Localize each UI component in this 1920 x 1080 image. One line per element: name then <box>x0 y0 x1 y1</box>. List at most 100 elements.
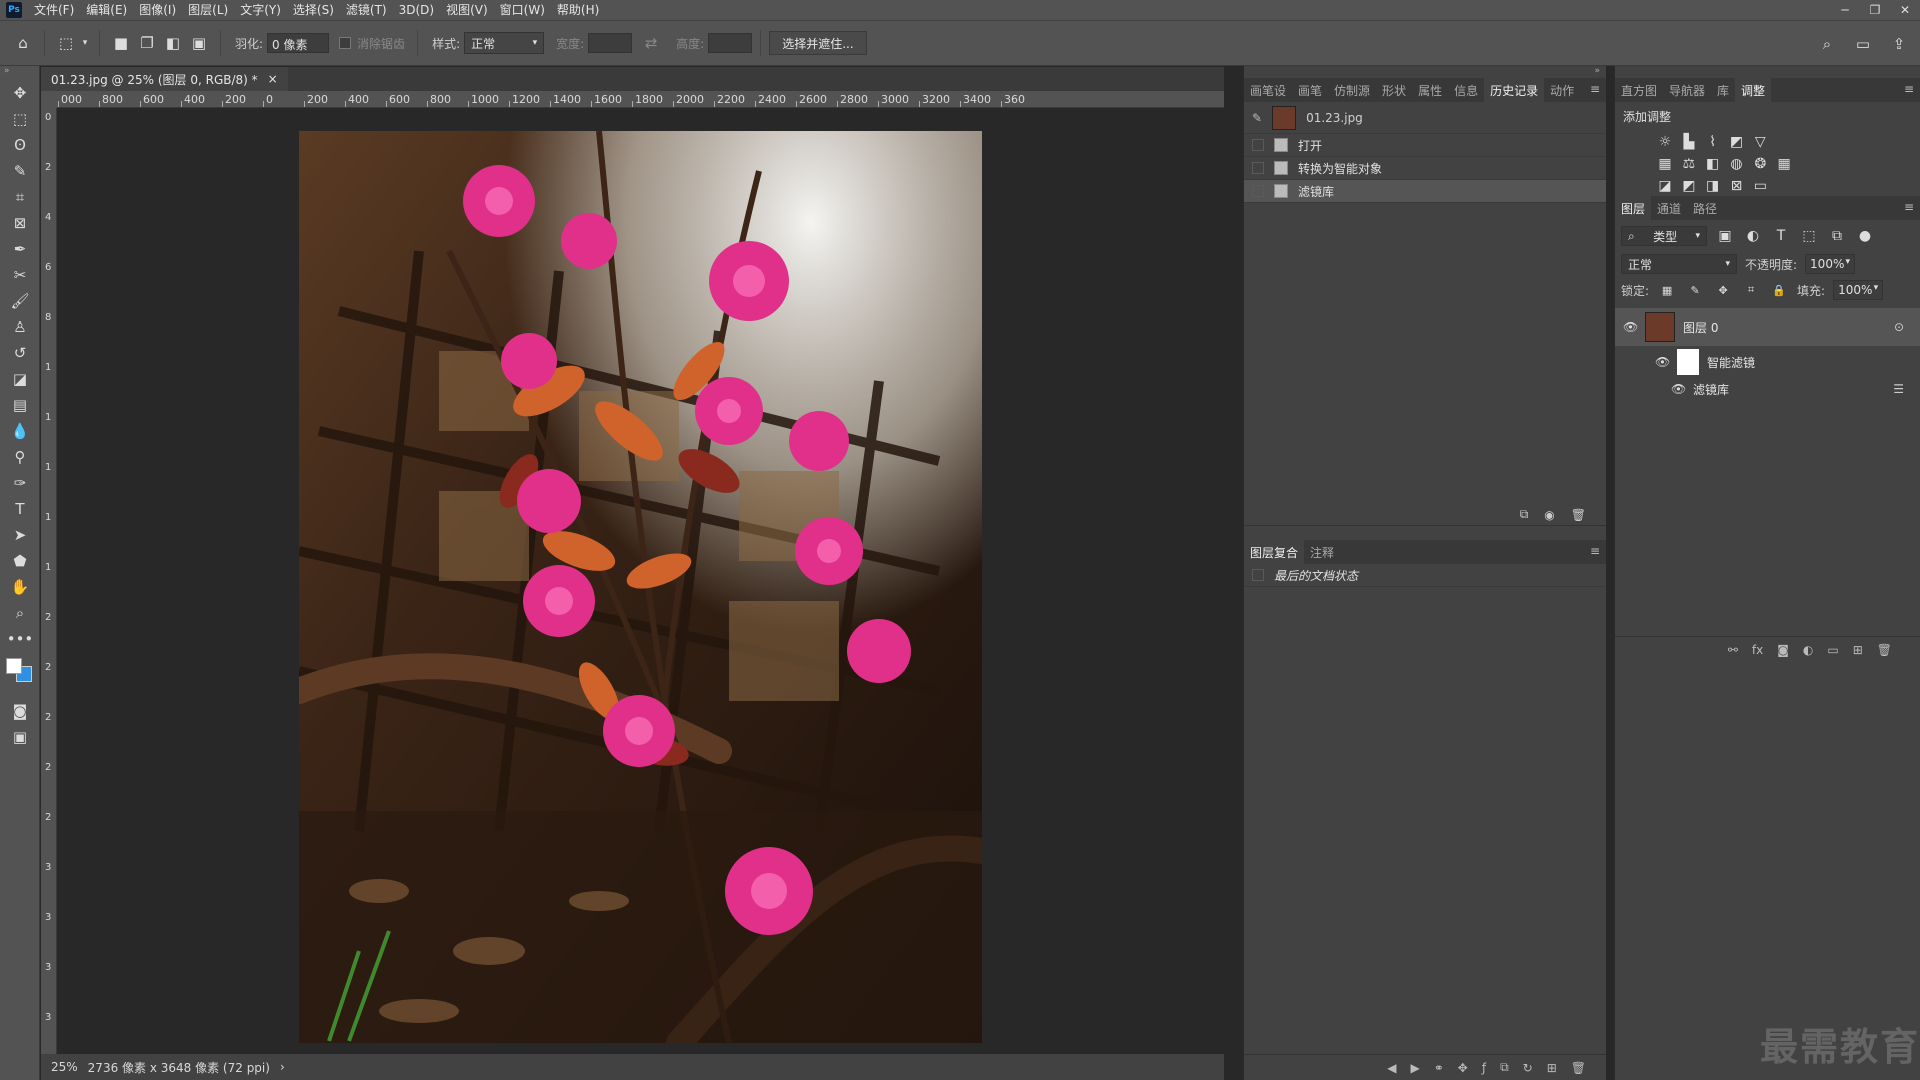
history-checkbox[interactable] <box>1252 162 1264 174</box>
dodge-tool-icon[interactable]: ⚲ <box>0 444 40 470</box>
panel-tab[interactable]: 通道 <box>1651 196 1687 220</box>
menu-item[interactable]: 文字(Y) <box>234 0 287 20</box>
eye-icon[interactable]: 👁 <box>1623 320 1638 334</box>
share-icon[interactable]: ⇪ <box>1886 31 1912 57</box>
move-tool-icon[interactable]: ✥ <box>0 80 40 106</box>
style-select[interactable]: 正常 ▾ <box>464 32 545 54</box>
panel-tab[interactable]: 画笔 <box>1292 78 1328 102</box>
panel-tab[interactable]: 仿制源 <box>1328 78 1376 102</box>
panel-tab[interactable]: 形状 <box>1376 78 1412 102</box>
antialias-checkbox[interactable] <box>339 37 352 49</box>
smart-object-filter-icon[interactable]: ⧉ <box>1827 226 1847 246</box>
visibility-icon[interactable]: ⚭ <box>1434 1061 1444 1075</box>
camera-icon[interactable]: ◉ <box>1544 508 1554 522</box>
new-layer-icon[interactable]: ⊞ <box>1853 643 1863 657</box>
panel-tab[interactable]: 调整 <box>1735 78 1772 102</box>
search-icon[interactable]: ⌕ <box>1814 31 1840 57</box>
panel-menu-icon[interactable]: ≡ <box>1904 200 1914 214</box>
menu-item[interactable]: 帮助(H) <box>551 0 605 20</box>
panel-tab[interactable]: 直方图 <box>1615 78 1663 102</box>
zoom-level[interactable]: 25% <box>51 1060 78 1074</box>
path-select-tool-icon[interactable]: ➤ <box>0 522 40 548</box>
trash-icon[interactable]: 🗑 <box>1571 1061 1586 1075</box>
panel-tab[interactable]: 图层复合 <box>1244 540 1305 564</box>
collapse-icon[interactable]: » <box>1244 66 1606 78</box>
position-icon[interactable]: ✥ <box>1458 1061 1468 1075</box>
brightness-icon[interactable]: ☼ <box>1655 132 1675 152</box>
panel-menu-icon[interactable]: ≡ <box>1590 544 1600 558</box>
new-document-from-state-icon[interactable]: ⧉ <box>1520 507 1529 522</box>
minimize-button[interactable]: ─ <box>1830 0 1860 20</box>
zoom-tool-icon[interactable]: ⌕ <box>0 600 40 626</box>
history-brush-tool-icon[interactable]: ↺ <box>0 340 40 366</box>
pen-tool-icon[interactable]: ✑ <box>0 470 40 496</box>
levels-icon[interactable]: ▙ <box>1679 132 1699 152</box>
lock-all-icon[interactable]: 🔒 <box>1769 280 1789 300</box>
panel-tab[interactable]: 历史记录 <box>1484 78 1545 102</box>
crop-tool-icon[interactable]: ⌗ <box>0 184 40 210</box>
channel-mixer-icon[interactable]: ❂ <box>1750 154 1770 174</box>
layer-row[interactable]: 👁 图层 0 ⊙ <box>1615 308 1920 346</box>
marquee-tool-icon[interactable]: ⬚ <box>0 106 40 132</box>
feather-input[interactable]: 0 像素 <box>267 33 330 53</box>
lock-artboard-icon[interactable]: ⌗ <box>1741 280 1761 300</box>
vibrance-icon[interactable]: ▽ <box>1750 132 1770 152</box>
prev-icon[interactable]: ◀ <box>1387 1061 1396 1075</box>
quick-select-tool-icon[interactable]: ✎ <box>0 158 40 184</box>
height-input[interactable] <box>708 33 753 53</box>
restore-button[interactable]: ❐ <box>1860 0 1890 20</box>
intersect-selection-icon[interactable]: ▣ <box>186 30 212 56</box>
blur-tool-icon[interactable]: 💧 <box>0 418 40 444</box>
status-menu-arrow[interactable]: › <box>280 1060 285 1074</box>
document-image[interactable] <box>299 131 982 1043</box>
hand-tool-icon[interactable]: ✋ <box>0 574 40 600</box>
fill-input[interactable]: 100% ▾ <box>1833 280 1884 300</box>
eraser-tool-icon[interactable]: ◪ <box>0 366 40 392</box>
shape-tool-icon[interactable]: ⬟ <box>0 548 40 574</box>
panel-tab[interactable]: 路径 <box>1687 196 1723 220</box>
layer-filter-select[interactable]: ⌕ 类型 ▾ <box>1621 226 1707 246</box>
panel-tab[interactable]: 注释 <box>1304 540 1340 564</box>
curves-icon[interactable]: ⌇ <box>1703 132 1723 152</box>
history-item[interactable]: 打开 <box>1244 134 1606 157</box>
panel-tab[interactable]: 画笔设 <box>1244 78 1292 102</box>
close-tab-icon[interactable]: × <box>268 72 278 86</box>
lock-position-icon[interactable]: ✥ <box>1713 280 1733 300</box>
menu-item[interactable]: 窗口(W) <box>494 0 551 20</box>
foreground-color-swatch[interactable] <box>6 658 22 674</box>
panel-tab[interactable]: 动作 <box>1544 78 1580 102</box>
panel-tab[interactable]: 导航器 <box>1663 78 1711 102</box>
photo-filter-icon[interactable]: ◍ <box>1726 154 1746 174</box>
healing-tool-icon[interactable]: ✂ <box>0 262 40 288</box>
mask-icon[interactable]: ◙ <box>1777 643 1789 657</box>
history-item[interactable]: 滤镜库 <box>1244 180 1606 203</box>
blend-mode-select[interactable]: 正常 ▾ <box>1621 254 1737 274</box>
menu-item[interactable]: 编辑(E) <box>80 0 133 20</box>
collapse-icon[interactable]: » <box>0 66 39 80</box>
home-icon[interactable]: ⌂ <box>10 30 36 56</box>
filter-options-icon[interactable]: ☰ <box>1893 382 1904 396</box>
black-white-icon[interactable]: ◧ <box>1703 154 1723 174</box>
pixel-filter-icon[interactable]: ▣ <box>1715 226 1735 246</box>
color-balance-icon[interactable]: ⚖ <box>1679 154 1699 174</box>
add-selection-icon[interactable]: ❐ <box>134 30 160 56</box>
panel-menu-icon[interactable]: ≡ <box>1904 82 1914 96</box>
gradient-tool-icon[interactable]: ▤ <box>0 392 40 418</box>
fx-icon[interactable]: fx <box>1752 643 1763 657</box>
fx-icon[interactable]: ƒ <box>1482 1061 1486 1075</box>
link-icon[interactable]: ⚯ <box>1728 643 1738 657</box>
lasso-tool-icon[interactable]: ʘ <box>0 132 40 158</box>
chevron-down-icon[interactable]: ▾ <box>79 30 91 56</box>
screen-mode-icon[interactable]: ▣ <box>0 724 40 750</box>
frame-tool-icon[interactable]: ⊠ <box>0 210 40 236</box>
history-snapshot[interactable]: ✎ 01.23.jpg <box>1244 102 1606 134</box>
eye-icon[interactable]: 👁 <box>1655 355 1670 369</box>
panel-tab[interactable]: 库 <box>1711 78 1735 102</box>
history-checkbox[interactable] <box>1252 139 1264 151</box>
menu-item[interactable]: 文件(F) <box>28 0 80 20</box>
panel-tab[interactable]: 信息 <box>1448 78 1484 102</box>
color-lookup-icon[interactable]: ▦ <box>1774 154 1794 174</box>
hue-saturation-icon[interactable]: ▦ <box>1655 154 1675 174</box>
marquee-preset-icon[interactable]: ⬚ <box>53 30 79 56</box>
folder-icon[interactable]: ▭ <box>1827 643 1838 657</box>
